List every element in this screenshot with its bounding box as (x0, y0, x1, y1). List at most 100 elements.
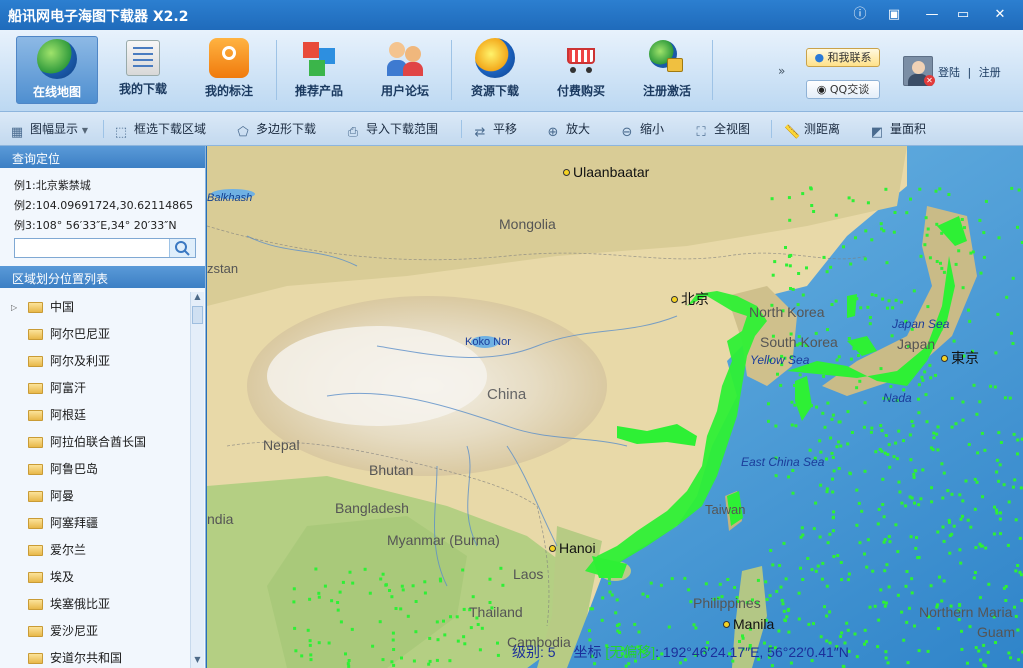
vessel-dot (608, 590, 612, 594)
vessel-dot (1010, 186, 1014, 190)
zoom-in-button[interactable]: ⊕ 放大 (546, 120, 590, 140)
vessel-dot (864, 640, 868, 644)
vessel-dot (870, 426, 874, 430)
pan-button[interactable]: ⇄ 平移 (473, 120, 517, 140)
tree-node[interactable]: 阿富汗 (0, 375, 188, 402)
tree-node[interactable]: 阿尔巴尼亚 (0, 321, 188, 348)
recommended-products-button[interactable]: 推荐产品 (278, 36, 360, 104)
resource-download-button[interactable]: 资源下载 (454, 36, 536, 104)
tree-node[interactable]: 阿根廷 (0, 402, 188, 429)
measure-area-button[interactable]: ◩ 量面积 (870, 120, 926, 140)
tree-node[interactable]: 安道尔共和国 (0, 645, 188, 668)
vessel-dot (825, 487, 829, 491)
vessel-dot (874, 293, 878, 297)
vessel-dot (788, 264, 792, 268)
full-view-button[interactable]: ⛶ 全视图 (694, 120, 750, 140)
users-icon (385, 38, 425, 78)
tree-node[interactable]: 埃塞俄比亚 (0, 591, 188, 618)
vessel-dot (646, 594, 650, 598)
menu-icon[interactable]: ▣ (883, 5, 905, 25)
vessel-dot (1016, 438, 1020, 442)
vessel-dot (683, 576, 687, 580)
minimize-button[interactable]: — (921, 5, 943, 25)
vessel-dot (782, 609, 786, 613)
polygon-download-button[interactable]: ⬠ 多边形下载 (236, 120, 316, 140)
vessel-dot (1009, 656, 1013, 660)
vessel-dot (797, 272, 801, 275)
map-canvas[interactable]: Ulaanbaatar Mongolia Balkhash zstan Koko… (207, 146, 1023, 668)
vessel-dot (371, 644, 375, 648)
vessel-dot (958, 493, 962, 497)
vessel-dot (958, 548, 962, 552)
register-activate-button[interactable]: 注册激活 (626, 36, 708, 104)
tree-node[interactable]: 埃及 (0, 564, 188, 591)
tree-node[interactable]: 阿曼 (0, 483, 188, 510)
login-link[interactable]: 登陆 (938, 66, 960, 79)
tree-node[interactable]: 阿尔及利亚 (0, 348, 188, 375)
my-marks-button[interactable]: 我的标注 (188, 36, 270, 104)
vessel-dot (948, 551, 952, 555)
scroll-up-icon[interactable]: ▲ (191, 292, 204, 305)
vessel-dot (863, 552, 866, 556)
tree-node[interactable]: 爱沙尼亚 (0, 618, 188, 645)
vessel-dot (779, 585, 783, 589)
vessel-dot (866, 538, 870, 542)
qq-chat-button[interactable]: ◉ QQ交谈 (806, 80, 880, 99)
chevron-right-icon[interactable]: » (778, 64, 785, 78)
maximize-button[interactable]: ▭ (952, 5, 974, 25)
measure-distance-button[interactable]: 📏 测距离 (784, 120, 840, 140)
vessel-dot (588, 638, 592, 642)
zoom-out-icon: ⊖ (621, 125, 633, 140)
vessel-dot (929, 376, 933, 380)
download-list-icon (126, 40, 160, 76)
vessel-dot (909, 197, 912, 201)
box-select-download-button[interactable]: ⬚ 框选下载区域 (114, 120, 206, 140)
vessel-dot (787, 630, 791, 634)
vessel-dot (826, 541, 830, 545)
zoom-out-button[interactable]: ⊖ 缩小 (620, 120, 664, 140)
scroll-down-icon[interactable]: ▼ (191, 655, 204, 668)
coordinate-label: 坐标 (573, 644, 602, 660)
info-icon[interactable]: ⓘ (849, 5, 871, 25)
vessel-dot (832, 469, 836, 473)
vessel-dot (829, 436, 833, 440)
vessel-dot (913, 624, 916, 628)
vessel-dot (908, 606, 911, 610)
tree-node[interactable]: 阿拉伯联合酋长国 (0, 429, 188, 456)
tree-node[interactable]: 阿塞拜疆 (0, 510, 188, 537)
vessel-dot (975, 412, 979, 416)
online-map-button[interactable]: 在线地图 (16, 36, 98, 104)
user-forum-button[interactable]: 用户论坛 (364, 36, 446, 104)
toolbar-divider (103, 120, 104, 138)
search-button[interactable] (169, 239, 195, 257)
vessel-dot (863, 257, 867, 261)
vessel-dot (379, 577, 383, 581)
tree-scrollbar[interactable]: ▲ ▼ (190, 292, 204, 668)
sheet-display-dropdown[interactable]: ▦ 图幅显示 ▼ (10, 120, 88, 140)
register-link[interactable]: 注册 (979, 66, 1001, 79)
search-input[interactable] (15, 239, 165, 257)
scroll-thumb[interactable] (192, 306, 203, 324)
close-button[interactable]: ✕ (989, 5, 1011, 25)
import-range-button[interactable]: ⎙ 导入下载范围 (346, 120, 438, 140)
map-label: North Korea (749, 304, 825, 320)
vessel-dot (840, 578, 844, 582)
vessel-dot (800, 526, 804, 530)
vessel-dot (308, 643, 312, 647)
vessel-dot (868, 316, 872, 319)
tree-node[interactable]: ▷ 中国 (0, 294, 188, 321)
vessel-dot (897, 429, 901, 433)
contact-us-button[interactable]: ● 和我联系 (806, 48, 880, 67)
tree-node[interactable]: 爱尔兰 (0, 537, 188, 564)
vessel-dot (830, 417, 834, 421)
vessel-dot (926, 649, 930, 653)
tree-node[interactable]: 阿鲁巴岛 (0, 456, 188, 483)
vessel-dot (300, 654, 304, 658)
purchase-button[interactable]: 付费购买 (540, 36, 622, 104)
vessel-dot (831, 529, 835, 533)
user-avatar[interactable]: ✕ (903, 56, 935, 86)
my-downloads-button[interactable]: 我的下载 (102, 36, 184, 104)
vessel-dot (1017, 658, 1021, 662)
vessel-dot (601, 596, 605, 600)
expand-arrow-icon[interactable]: ▷ (11, 294, 17, 321)
